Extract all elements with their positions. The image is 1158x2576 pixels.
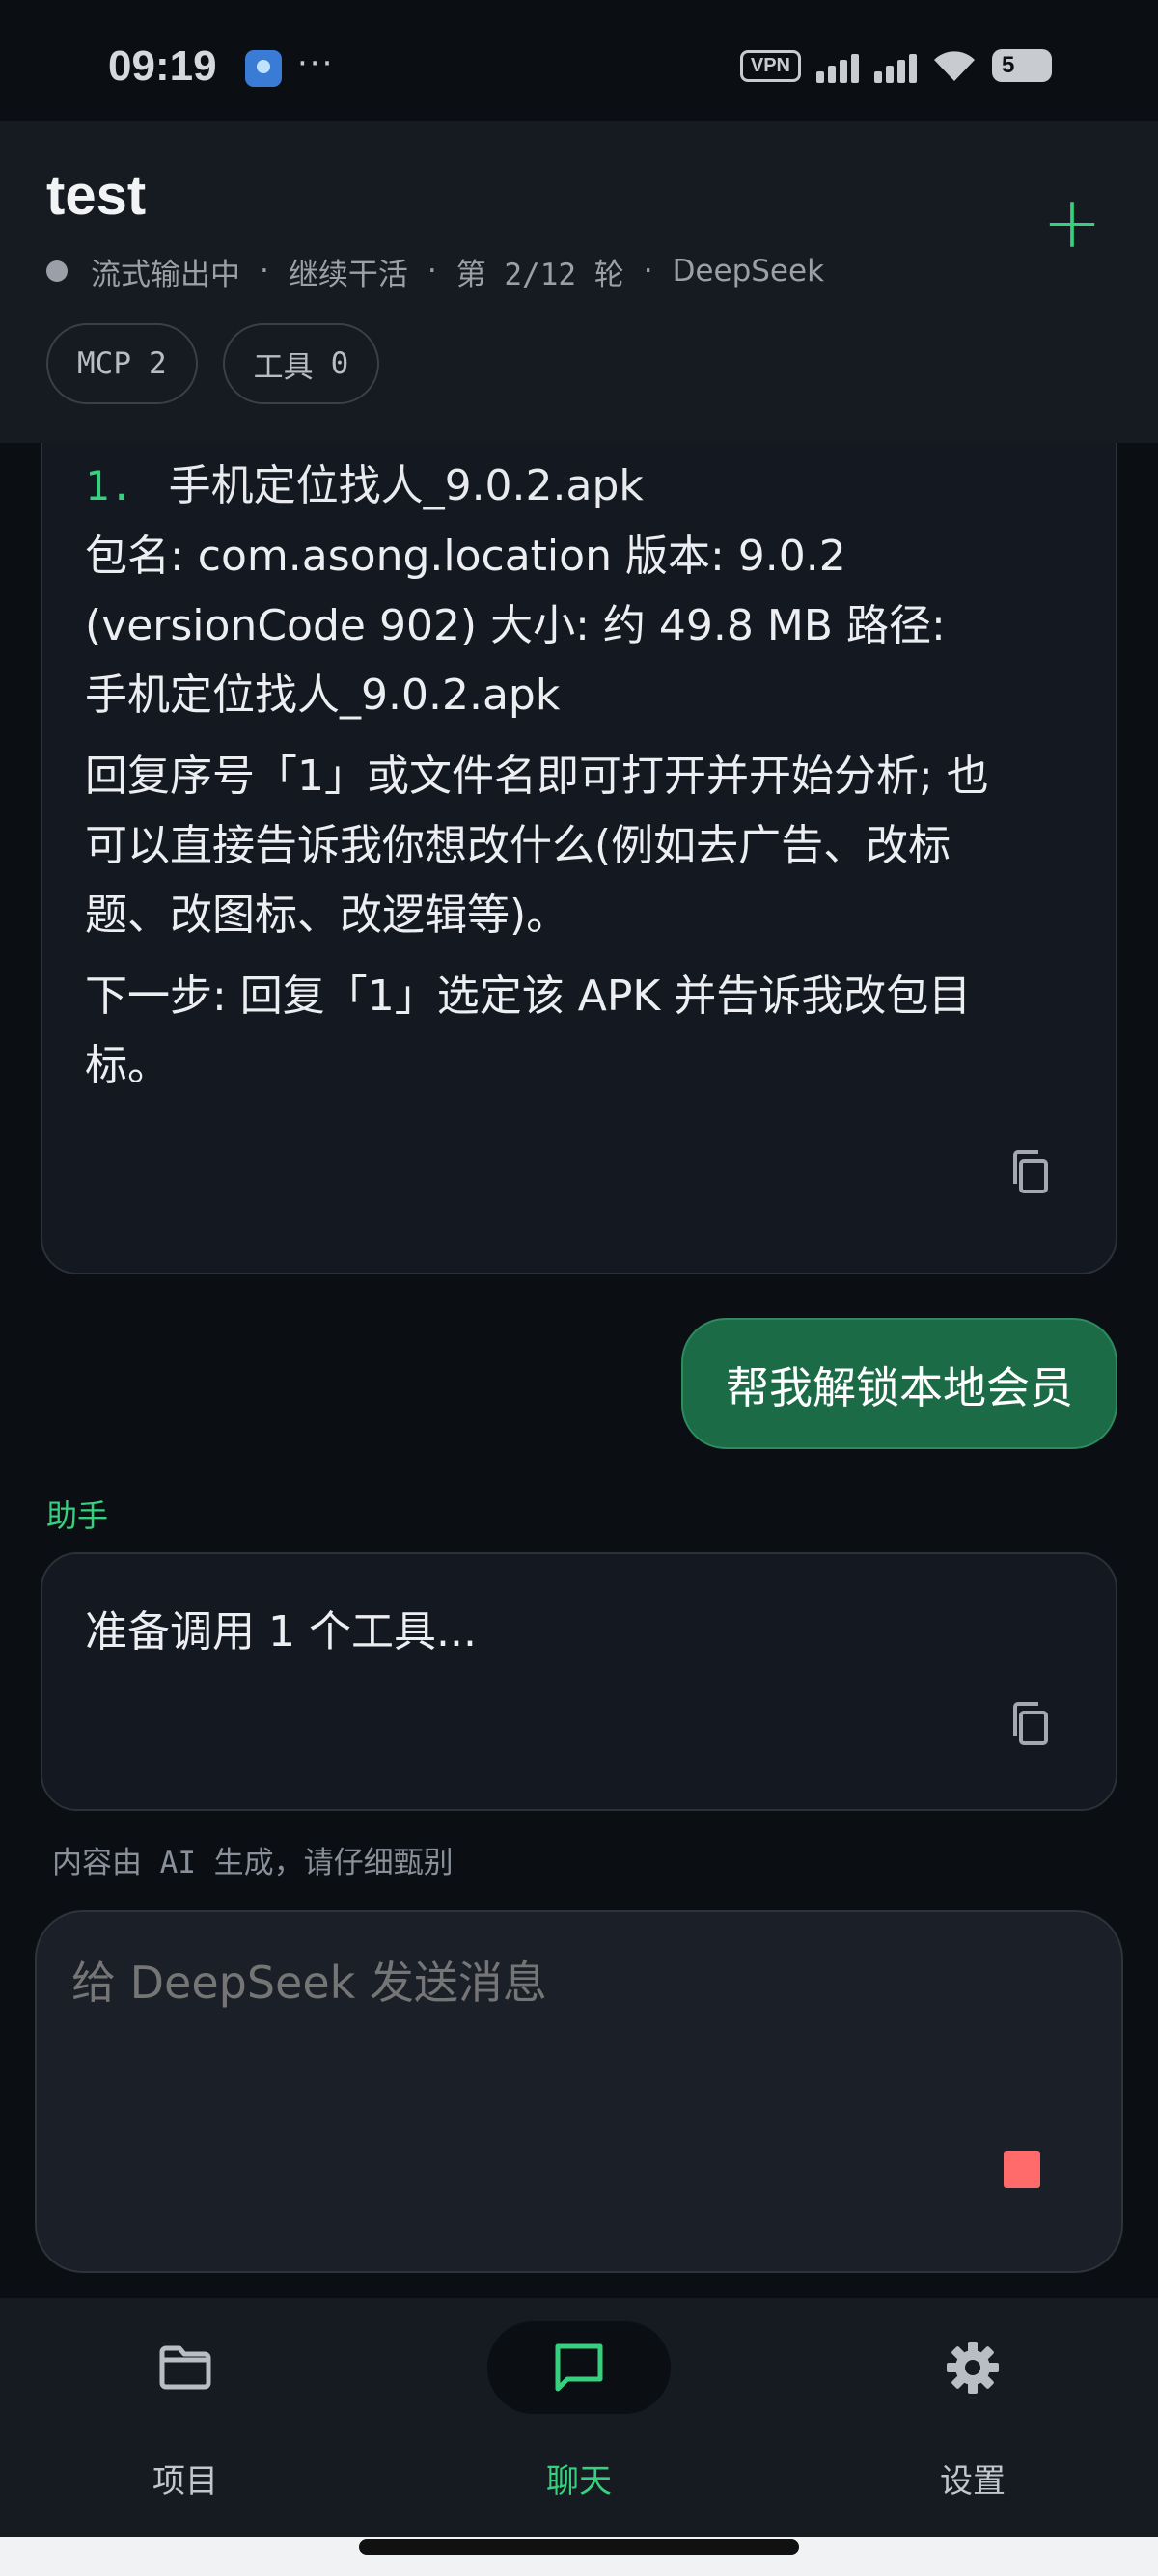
next-step-line: 标。 [85, 1041, 170, 1090]
nav-label: 聊天 [546, 2462, 612, 2501]
status-bar: 09:19 ··· VPN 5 [0, 0, 1158, 121]
session-meta: 流式输出中 · 继续干活 · 第 2/12 轮 · DeepSeek [46, 250, 824, 292]
tools-chip-count: 0 [330, 346, 349, 381]
ai-disclaimer: 内容由 AI 生成，请仔细甄别 [52, 1846, 454, 1880]
reply-hint: 回复序号「1」或文件名即可打开并开始分析; 也 可以直接告诉我你想改什么(例如去… [85, 742, 1089, 950]
apk-details-line: 包名: com.asong.location 版本: 9.0.2 [85, 532, 846, 581]
list-item-text: 手机定位找人_9.0.2.apk [168, 461, 644, 510]
chat-header: test + 流式输出中 · 继续干活 · 第 2/12 轮 · DeepSee… [0, 121, 1158, 443]
mcp-chip-count: 2 [149, 346, 167, 381]
battery-icon: 5 [992, 49, 1052, 82]
home-indicator[interactable] [359, 2539, 799, 2555]
tools-chip[interactable]: 工具 0 [222, 323, 380, 404]
nav-item-settings[interactable]: 设置 [847, 2298, 1098, 2537]
more-notifications-icon: ··· [297, 44, 335, 83]
reply-hint-line: 回复序号「1」或文件名即可打开并开始分析; 也 [85, 752, 989, 801]
app-notification-icon [245, 50, 282, 87]
signal-icon [816, 48, 859, 83]
next-step: 下一步: 回复「1」选定该 APK 并告诉我改包目 标。 [85, 962, 1089, 1101]
signal-icon-2 [874, 48, 917, 83]
model-name: DeepSeek [672, 254, 825, 288]
assistant-message-text: 准备调用 1 个工具... [85, 1607, 477, 1657]
list-item: 1. 手机定位找人_9.0.2.apk [85, 451, 644, 512]
assistant-message: 准备调用 1 个工具... [41, 1552, 1117, 1811]
round-counter: 第 2/12 轮 [455, 257, 624, 292]
stream-status: 流式输出中 [91, 257, 240, 292]
meta-separator: · [427, 254, 437, 288]
copy-icon[interactable] [1007, 1147, 1054, 1197]
reply-hint-line: 题、改图标、改逻辑等)。 [85, 891, 569, 940]
message-composer[interactable] [35, 1910, 1123, 2273]
next-step-line: 下一步: 回复「1」选定该 APK 并告诉我改包目 [85, 972, 972, 1021]
assistant-label: 助手 [46, 1497, 109, 1534]
copy-icon[interactable] [1007, 1699, 1054, 1749]
new-chat-button[interactable]: + [1042, 187, 1102, 259]
nav-label: 设置 [940, 2462, 1006, 2501]
meta-separator: · [260, 254, 269, 288]
user-message: 帮我解锁本地会员 [680, 1318, 1117, 1449]
gear-icon [947, 2342, 999, 2394]
reply-hint-line: 可以直接告诉我你想改什么(例如去广告、改标 [85, 821, 951, 870]
tools-chip-label: 工具 [253, 349, 314, 385]
meta-separator: · [643, 254, 653, 288]
status-dot-icon [46, 260, 68, 282]
nav-item-projects[interactable]: 项目 [60, 2298, 311, 2537]
apk-details-line: (versionCode 902) 大小: 约 49.8 MB 路径: [85, 601, 946, 650]
status-time: 09:19 [108, 42, 217, 90]
wifi-icon [934, 51, 975, 81]
mcp-chip[interactable]: MCP 2 [46, 323, 198, 404]
status-indicators: VPN 5 [739, 48, 1052, 83]
stop-generation-button[interactable] [1004, 2151, 1040, 2188]
apk-details-line: 手机定位找人_9.0.2.apk [85, 671, 561, 720]
assistant-message: 1. 手机定位找人_9.0.2.apk 包名: com.asong.locati… [41, 443, 1117, 1274]
continue-action: 继续干活 [288, 257, 408, 292]
message-input[interactable] [71, 1957, 1036, 2009]
chat-icon [555, 2343, 603, 2392]
mcp-chip-label: MCP [77, 346, 131, 381]
folder-icon [159, 2345, 211, 2390]
page-title: test [46, 164, 147, 227]
apk-details: 包名: com.asong.location 版本: 9.0.2 (versio… [85, 522, 1089, 730]
header-chips: MCP 2 工具 0 [46, 323, 380, 404]
nav-item-chat[interactable]: 聊天 [454, 2298, 704, 2537]
list-number: 1. [85, 462, 134, 509]
bottom-nav: 项目 聊天 设置 [0, 2298, 1158, 2537]
nav-label: 项目 [152, 2462, 218, 2501]
vpn-icon: VPN [739, 49, 801, 82]
